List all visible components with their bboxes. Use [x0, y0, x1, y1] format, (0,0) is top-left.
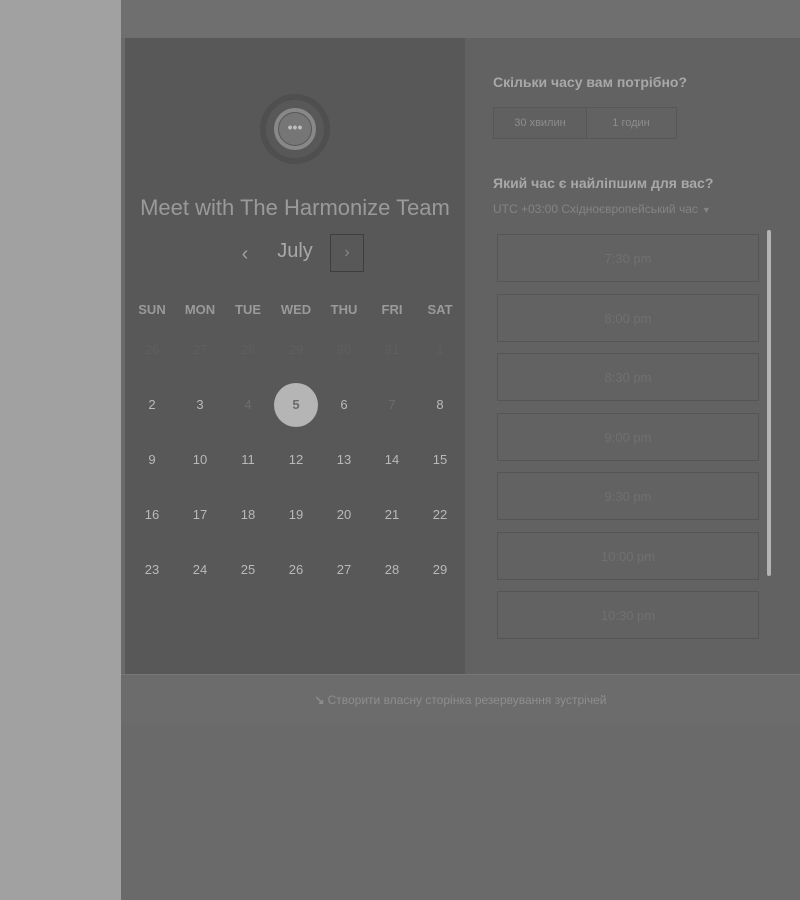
weekday-label: THU — [330, 302, 358, 317]
time-slot-button[interactable]: 9:00 pm — [497, 412, 759, 461]
time-slot-button[interactable]: 7:30 pm — [497, 234, 759, 282]
calendar-day[interactable]: 11 — [226, 438, 270, 482]
caret-down-icon: ▼ — [701, 205, 711, 215]
footer-link[interactable]: ↘ Створити власну сторінка резервування з… — [121, 674, 800, 725]
page-title: Meet with The Harmonize Team — [140, 195, 450, 220]
duration-30-min-button[interactable]: 30 хвилин — [494, 108, 587, 138]
time-slot-button[interactable]: 10:30 pm — [497, 591, 759, 639]
calendar-day[interactable]: 21 — [370, 493, 414, 537]
scrollbar-thumb[interactable] — [767, 230, 771, 576]
calendar-day[interactable]: 27 — [322, 548, 366, 592]
calendar-day[interactable]: 16 — [130, 493, 174, 537]
calendar-day[interactable]: 29 — [418, 548, 462, 592]
calendar-day[interactable]: 13 — [322, 438, 366, 482]
calendar-day[interactable]: 3 — [178, 383, 222, 427]
calendar-day: 4 — [244, 397, 252, 412]
month-label: July — [277, 240, 313, 262]
weekday-label: MON — [184, 302, 216, 317]
left-gutter — [0, 0, 121, 900]
weekday-label: SUN — [138, 302, 166, 317]
calendar-day: 30 — [336, 342, 352, 357]
month-navigation: ‹ July › — [125, 234, 465, 274]
arrow-icon: ↘ — [314, 693, 325, 707]
calendar-day[interactable]: 10 — [178, 438, 222, 482]
calendar-day[interactable]: 25 — [226, 548, 270, 592]
calendar-day[interactable]: 8 — [418, 383, 462, 427]
calendar-day: 7 — [388, 397, 396, 412]
weekday-label: WED — [280, 302, 312, 317]
calendar-day[interactable]: 14 — [370, 438, 414, 482]
chat-bubble-icon: ••• — [279, 113, 311, 145]
weekday-label: TUE — [235, 302, 261, 317]
calendar-day[interactable]: 12 — [274, 438, 318, 482]
calendar-day: 1 — [436, 342, 444, 357]
booking-widget: ••• Meet with The Harmonize Team ‹ July … — [121, 38, 800, 900]
team-logo: ••• — [260, 94, 330, 164]
calendar-day-selected[interactable]: 5 — [274, 383, 318, 427]
time-selection-panel: Скільки часу вам потрібно? 30 хвилин 1 г… — [465, 38, 800, 674]
time-slot-button[interactable]: 8:00 pm — [497, 293, 759, 342]
duration-1-hour-button[interactable]: 1 годин — [586, 108, 676, 138]
footer-link-text: Створити власну сторінка резервування зу… — [327, 693, 607, 707]
time-slot-button[interactable]: 10:00 pm — [497, 531, 759, 580]
time-question: Який час є найліпшим для вас? — [493, 175, 714, 191]
calendar-day: 29 — [288, 342, 304, 357]
calendar-day: 27 — [192, 342, 208, 357]
calendar-day[interactable]: 2 — [130, 383, 174, 427]
calendar-day[interactable]: 24 — [178, 548, 222, 592]
calendar-day[interactable]: 28 — [370, 548, 414, 592]
timezone-label: UTC +03:00 Східноєвропейський час — [493, 202, 698, 216]
calendar-day: 31 — [384, 342, 400, 357]
next-month-button[interactable]: › — [330, 234, 364, 272]
calendar-day[interactable]: 9 — [130, 438, 174, 482]
calendar-day[interactable]: 20 — [322, 493, 366, 537]
duration-question: Скільки часу вам потрібно? — [493, 74, 688, 90]
time-slot-button[interactable]: 9:30 pm — [497, 472, 759, 520]
timezone-selector[interactable]: UTC +03:00 Східноєвропейський час ▼ — [493, 202, 711, 216]
calendar-day[interactable]: 22 — [418, 493, 462, 537]
calendar-day[interactable]: 26 — [274, 548, 318, 592]
time-slot-button[interactable]: 8:30 pm — [497, 353, 759, 401]
calendar-day[interactable]: 19 — [274, 493, 318, 537]
weekday-label: FRI — [381, 302, 403, 317]
calendar-day[interactable]: 18 — [226, 493, 270, 537]
calendar-day[interactable]: 6 — [322, 383, 366, 427]
calendar-panel: ••• Meet with The Harmonize Team ‹ July … — [125, 38, 465, 674]
calendar-day[interactable]: 15 — [418, 438, 462, 482]
weekday-header: SUN MON TUE WED THU FRI SAT — [125, 302, 465, 318]
weekday-label: SAT — [427, 302, 453, 317]
calendar-day[interactable]: 17 — [178, 493, 222, 537]
duration-toggle: 30 хвилин 1 годин — [493, 107, 677, 139]
calendar-day: 26 — [144, 342, 160, 357]
top-strip — [121, 0, 800, 38]
calendar-day[interactable]: 23 — [130, 548, 174, 592]
prev-month-button[interactable]: ‹ — [233, 239, 257, 269]
calendar-day: 28 — [240, 342, 256, 357]
